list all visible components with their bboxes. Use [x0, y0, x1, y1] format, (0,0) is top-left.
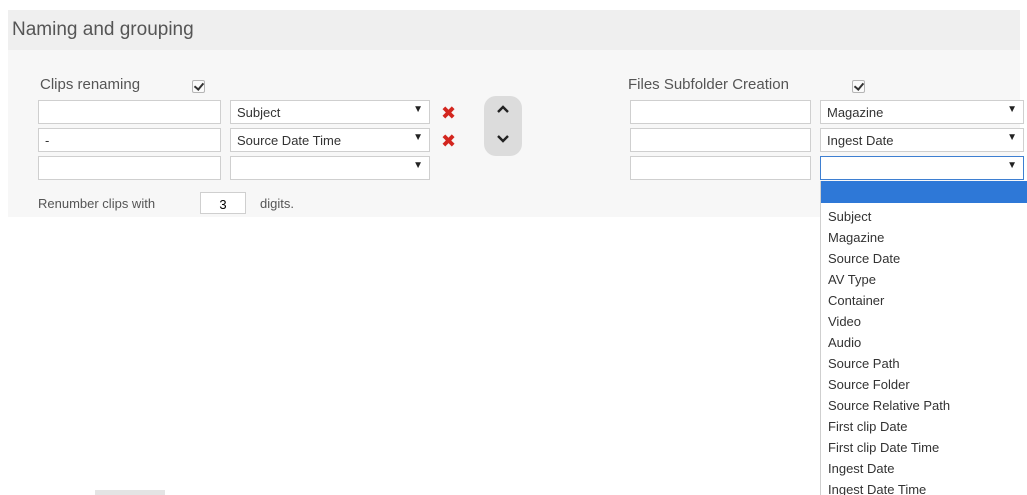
- triangle-down-icon: ▼: [1007, 160, 1017, 171]
- renumber-suffix-label: digits.: [260, 196, 294, 211]
- dropdown-option[interactable]: Audio: [821, 332, 1027, 353]
- dropdown-option[interactable]: Source Folder: [821, 374, 1027, 395]
- select-value: Source Date Time: [237, 133, 342, 148]
- files-subfolder-label: Files Subfolder Creation: [628, 76, 789, 93]
- panel-header: Naming and grouping: [8, 10, 1020, 50]
- subfolder-text-3[interactable]: [630, 156, 811, 180]
- subfolder-select-1[interactable]: Magazine ▼: [820, 100, 1024, 124]
- dropdown-option[interactable]: Source Path: [821, 353, 1027, 374]
- clips-rename-select-2[interactable]: Source Date Time ▼: [230, 128, 430, 152]
- clips-rename-select-3[interactable]: ▼: [230, 156, 430, 180]
- files-subfolder-checkbox[interactable]: [852, 80, 865, 93]
- dropdown-option[interactable]: First clip Date: [821, 416, 1027, 437]
- chevron-up-icon[interactable]: [495, 102, 511, 118]
- panel-title: Naming and grouping: [12, 19, 194, 40]
- clips-rename-select-1[interactable]: Subject ▼: [230, 100, 430, 124]
- dropdown-option[interactable]: Magazine: [821, 227, 1027, 248]
- subfolder-select-2[interactable]: Ingest Date ▼: [820, 128, 1024, 152]
- dropdown-option[interactable]: First clip Date Time: [821, 437, 1027, 458]
- clips-rename-text-3[interactable]: [38, 156, 221, 180]
- select-value: Subject: [237, 105, 281, 120]
- clips-renaming-checkbox[interactable]: [192, 80, 205, 93]
- renumber-digits-input[interactable]: [200, 192, 246, 214]
- select-value: Magazine: [827, 105, 884, 120]
- clips-rename-text-1[interactable]: [38, 100, 221, 124]
- renumber-prefix-label: Renumber clips with: [38, 196, 156, 211]
- dropdown-option[interactable]: Container: [821, 290, 1027, 311]
- dropdown-option[interactable]: AV Type: [821, 269, 1027, 290]
- x-icon[interactable]: ✖: [441, 104, 456, 122]
- triangle-down-icon: ▼: [413, 160, 423, 171]
- subfolder-text-2[interactable]: [630, 128, 811, 152]
- bottom-divider: [95, 490, 165, 495]
- dropdown-option-empty[interactable]: [821, 181, 1027, 203]
- dropdown-option[interactable]: Video: [821, 311, 1027, 332]
- dropdown-option[interactable]: Ingest Date: [821, 458, 1027, 479]
- clips-rename-text-2[interactable]: [38, 128, 221, 152]
- dropdown-option[interactable]: Source Date: [821, 248, 1027, 269]
- row-mover: [484, 96, 522, 156]
- triangle-down-icon: ▼: [413, 104, 423, 115]
- subfolder-text-1[interactable]: [630, 100, 811, 124]
- subfolder-select-3[interactable]: ▼: [820, 156, 1024, 180]
- dropdown-option[interactable]: Source Relative Path: [821, 395, 1027, 416]
- select-value: Ingest Date: [827, 133, 894, 148]
- triangle-down-icon: ▼: [1007, 132, 1017, 143]
- triangle-down-icon: ▼: [1007, 104, 1017, 115]
- x-icon[interactable]: ✖: [441, 132, 456, 150]
- dropdown-list: Subject Magazine Source Date AV Type Con…: [820, 181, 1027, 495]
- dropdown-option[interactable]: Subject: [821, 206, 1027, 227]
- chevron-down-icon[interactable]: [495, 132, 511, 148]
- dropdown-option[interactable]: Ingest Date Time: [821, 479, 1027, 495]
- triangle-down-icon: ▼: [413, 132, 423, 143]
- clips-renaming-label: Clips renaming: [40, 76, 141, 93]
